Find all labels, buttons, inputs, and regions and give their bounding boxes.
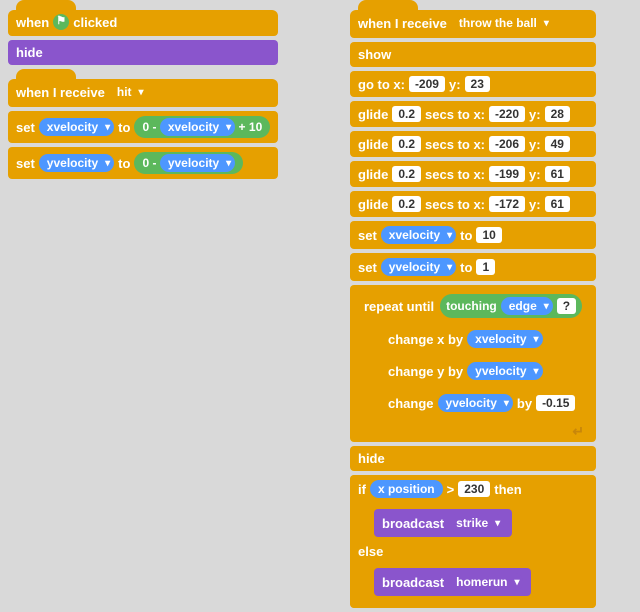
repeat-arrow: ↵ [356, 423, 590, 442]
broadcast-strike[interactable]: broadcast strike [374, 509, 512, 537]
setx-val: 10 [476, 227, 501, 243]
hide-block[interactable]: hide [8, 40, 278, 65]
sety-val: 1 [476, 259, 495, 275]
question-mark: ? [557, 298, 576, 314]
yvel-change-val: -0.15 [536, 395, 575, 411]
hit-dropdown[interactable]: hit [109, 83, 148, 101]
strike-dropdown[interactable]: strike [448, 514, 504, 532]
glide2-block[interactable]: glide 0.2 secs to x: -206 y: 49 [350, 131, 596, 157]
goto-block[interactable]: go to x: -209 y: 23 [350, 71, 596, 97]
yvel-calc: 0 - yvelocity [134, 152, 243, 174]
if-val: 230 [458, 481, 490, 497]
goto-x-val: -209 [409, 76, 445, 92]
xvelocity-dropdown-1[interactable]: xvelocity [39, 118, 114, 136]
glide4-x: -172 [489, 196, 525, 212]
when-clicked-group: when clicked hide [8, 10, 278, 65]
edge-dropdown[interactable]: edge [501, 297, 553, 315]
change-yvel-block[interactable]: change yvelocity by -0.15 [380, 389, 590, 417]
glide3-y: 61 [545, 166, 570, 182]
if-body: broadcast strike [350, 503, 596, 541]
else-body: broadcast homerun [350, 562, 596, 602]
when-receive-hat[interactable]: when I receive hit [8, 79, 278, 107]
glide4-block[interactable]: glide 0.2 secs to x: -172 y: 61 [350, 191, 596, 217]
hide-block-right[interactable]: hide [350, 446, 596, 471]
when-receive-hit-group: when I receive hit set xvelocity to 0 - … [8, 79, 278, 179]
repeat-until-wrapper: repeat until touching edge ? change x by… [350, 285, 596, 442]
throw-dropdown[interactable]: throw the ball [451, 14, 553, 32]
glide3-block[interactable]: glide 0.2 secs to x: -199 y: 61 [350, 161, 596, 187]
if-header[interactable]: if x position > 230 then [350, 475, 596, 503]
xvelocity-changex[interactable]: xvelocity [467, 330, 542, 348]
repeat-body: change x by xvelocity change y by yveloc… [356, 323, 590, 423]
yvelocity-dropdown-1[interactable]: yvelocity [39, 154, 114, 172]
broadcast-homerun[interactable]: broadcast homerun [374, 568, 531, 596]
xvelocity-r-dropdown[interactable]: xvelocity [381, 226, 456, 244]
touching-block: touching edge ? [440, 294, 582, 318]
set-xvel-10[interactable]: set xvelocity to 10 [350, 221, 596, 249]
change-x-block[interactable]: change x by xvelocity [380, 325, 590, 353]
set-yvel-1[interactable]: set yvelocity to 1 [350, 253, 596, 281]
if-block: if x position > 230 then broadcast strik… [350, 475, 596, 608]
glide2-x: -206 [489, 136, 525, 152]
yvelocity-r-dropdown[interactable]: yvelocity [381, 258, 456, 276]
when-receive-throw-hat[interactable]: when I receive throw the ball [350, 10, 596, 38]
set-xvelocity-block[interactable]: set xvelocity to 0 - xvelocity + 10 [8, 111, 278, 143]
set-yvelocity-block[interactable]: set yvelocity to 0 - yvelocity [8, 147, 278, 179]
left-column: when clicked hide when I receive hit set… [8, 10, 278, 179]
glide2-secs: 0.2 [392, 136, 421, 152]
when-clicked-hat[interactable]: when clicked [8, 10, 278, 36]
glide3-secs: 0.2 [392, 166, 421, 182]
clicked-label: clicked [73, 15, 117, 30]
yvelocity-inner-dropdown[interactable]: yvelocity [160, 154, 235, 172]
glide1-x: -220 [489, 106, 525, 122]
glide4-secs: 0.2 [392, 196, 421, 212]
goto-y-val: 23 [465, 76, 490, 92]
glide1-block[interactable]: glide 0.2 secs to x: -220 y: 28 [350, 101, 596, 127]
change-y-block[interactable]: change y by yvelocity [380, 357, 590, 385]
x-position-block: x position [370, 480, 443, 498]
xvelocity-inner-dropdown[interactable]: xvelocity [160, 118, 235, 136]
glide2-y: 49 [545, 136, 570, 152]
else-label: else [350, 541, 596, 562]
glide1-secs: 0.2 [392, 106, 421, 122]
yvelocity-changey[interactable]: yvelocity [467, 362, 542, 380]
yvelocity-change[interactable]: yvelocity [438, 394, 513, 412]
flag-icon [53, 14, 69, 30]
repeat-until-header[interactable]: repeat until touching edge ? [356, 289, 590, 323]
right-column: when I receive throw the ball show go to… [350, 10, 596, 608]
glide4-y: 61 [545, 196, 570, 212]
show-block[interactable]: show [350, 42, 596, 67]
homerun-dropdown[interactable]: homerun [448, 573, 523, 591]
glide1-y: 28 [545, 106, 570, 122]
when-label: when [16, 15, 49, 30]
xvel-calc: 0 - xvelocity + 10 [134, 116, 270, 138]
glide3-x: -199 [489, 166, 525, 182]
